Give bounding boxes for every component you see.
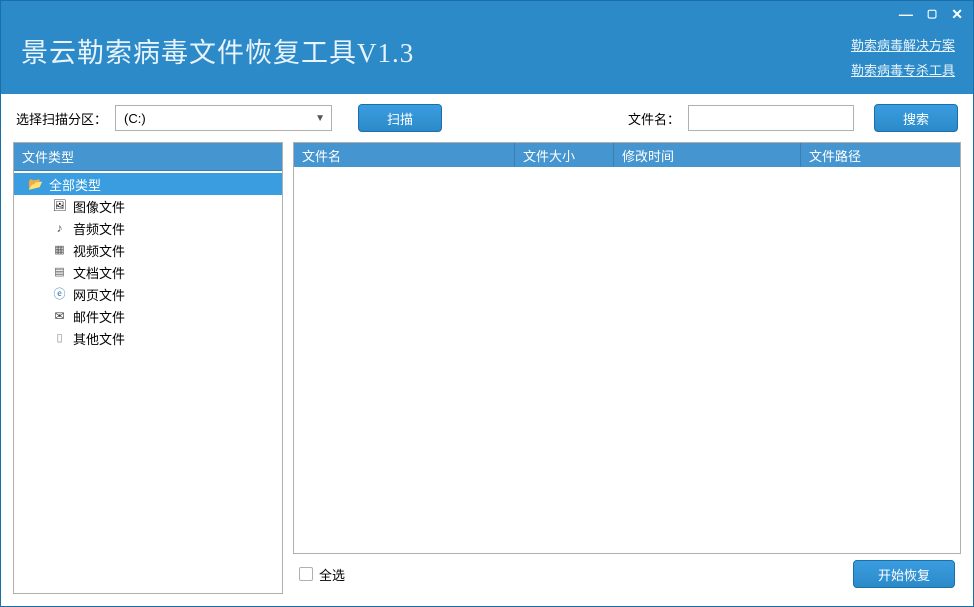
mail-icon: [52, 309, 67, 323]
tree-item-label: 其他文件: [73, 329, 125, 348]
col-filesize[interactable]: 文件大小: [515, 143, 614, 167]
col-filename[interactable]: 文件名: [294, 143, 515, 167]
bottom-bar: 全选 开始恢复: [293, 554, 961, 594]
link-killer[interactable]: 勒索病毒专杀工具: [851, 60, 955, 79]
tree-item-web[interactable]: 网页文件: [14, 283, 282, 305]
tree-item-label: 全部类型: [49, 175, 101, 194]
table-header: 文件名 文件大小 修改时间 文件路径: [294, 143, 960, 167]
chevron-down-icon: ▼: [315, 113, 325, 124]
audio-icon: [52, 221, 67, 235]
tree-item-label: 邮件文件: [73, 307, 125, 326]
tree-item-video[interactable]: 视频文件: [14, 239, 282, 261]
search-button[interactable]: 搜索: [874, 104, 958, 132]
col-filepath[interactable]: 文件路径: [801, 143, 960, 167]
results-table: 文件名 文件大小 修改时间 文件路径: [293, 142, 961, 554]
filename-input[interactable]: [688, 105, 854, 131]
tree-item-all[interactable]: 全部类型: [14, 173, 282, 195]
col-mtime[interactable]: 修改时间: [614, 143, 801, 167]
main-panel: 文件名 文件大小 修改时间 文件路径 全选 开始恢复: [293, 142, 961, 594]
scan-button[interactable]: 扫描: [358, 104, 442, 132]
tree-item-label: 视频文件: [73, 241, 125, 260]
tree-item-other[interactable]: 其他文件: [14, 327, 282, 349]
tree-item-label: 图像文件: [73, 197, 125, 216]
app-window: — ▢ ✕ 景云勒索病毒文件恢复工具V1.3 勒索病毒解决方案 勒索病毒专杀工具…: [0, 0, 974, 607]
drive-select[interactable]: (C:) ▼: [115, 105, 332, 131]
drive-select-value: (C:): [124, 111, 146, 126]
web-icon: [52, 287, 67, 301]
tree-item-label: 音频文件: [73, 219, 125, 238]
link-solution[interactable]: 勒索病毒解决方案: [851, 35, 955, 54]
other-icon: [52, 331, 67, 345]
tree-item-label: 文档文件: [73, 263, 125, 282]
window-controls: — ▢ ✕: [899, 7, 963, 21]
tree-item-audio[interactable]: 音频文件: [14, 217, 282, 239]
maximize-button[interactable]: ▢: [927, 9, 937, 20]
tree-item-image[interactable]: 图像文件: [14, 195, 282, 217]
minimize-button[interactable]: —: [899, 7, 913, 21]
folder-icon: [28, 177, 43, 191]
file-type-tree: 全部类型 图像文件 音频文件 视频文件 文档文件: [14, 171, 282, 593]
tree-item-label: 网页文件: [73, 285, 125, 304]
select-all-label: 全选: [319, 565, 345, 584]
table-body: [294, 167, 960, 553]
filename-label: 文件名：: [628, 109, 680, 128]
header-links: 勒索病毒解决方案 勒索病毒专杀工具: [851, 35, 955, 79]
sidebar: 文件类型 全部类型 图像文件 音频文件 视频文件: [13, 142, 283, 594]
recover-button[interactable]: 开始恢复: [853, 560, 955, 588]
titlebar: — ▢ ✕ 景云勒索病毒文件恢复工具V1.3 勒索病毒解决方案 勒索病毒专杀工具: [1, 1, 973, 94]
select-all-checkbox[interactable]: [299, 567, 313, 581]
image-icon: [52, 199, 67, 213]
close-button[interactable]: ✕: [951, 7, 963, 21]
partition-label: 选择扫描分区：: [16, 109, 107, 128]
toolbar: 选择扫描分区： (C:) ▼ 扫描 文件名： 搜索: [1, 94, 973, 142]
doc-icon: [52, 265, 67, 279]
sidebar-header: 文件类型: [14, 143, 282, 171]
tree-item-mail[interactable]: 邮件文件: [14, 305, 282, 327]
video-icon: [52, 243, 67, 257]
tree-item-doc[interactable]: 文档文件: [14, 261, 282, 283]
content-area: 文件类型 全部类型 图像文件 音频文件 视频文件: [1, 142, 973, 606]
app-title: 景云勒索病毒文件恢复工具V1.3: [21, 31, 414, 70]
